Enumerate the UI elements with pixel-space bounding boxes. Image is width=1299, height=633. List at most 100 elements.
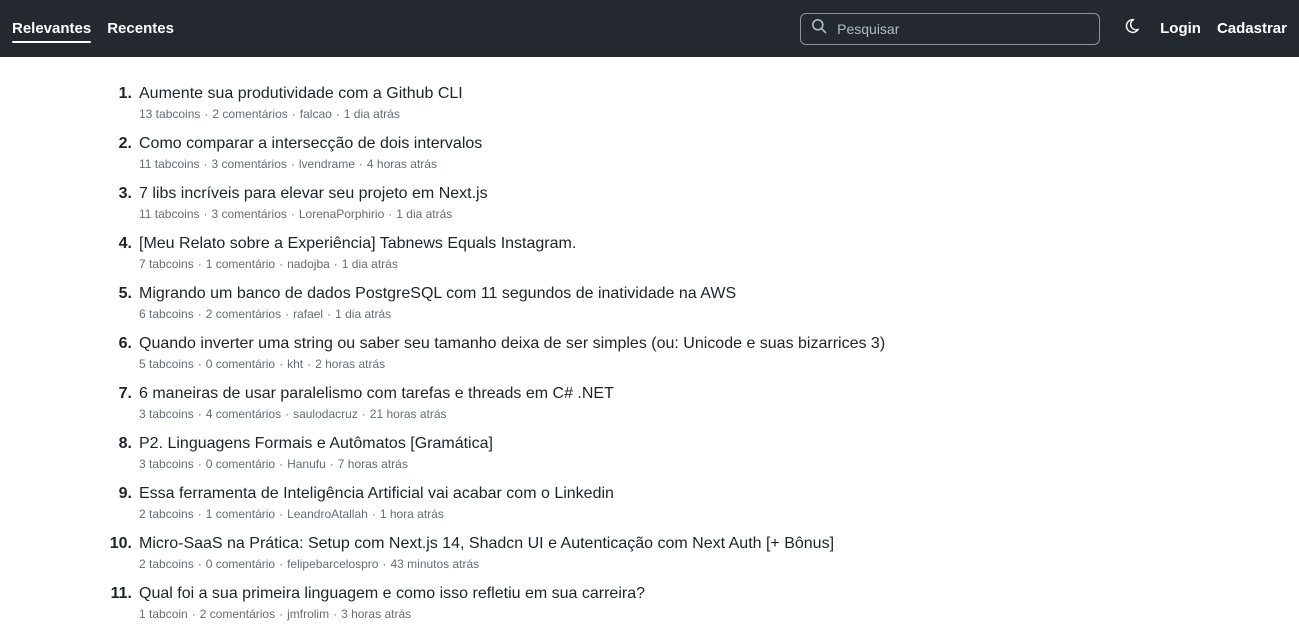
- post-comments[interactable]: 3 comentários: [212, 207, 287, 221]
- separator: ·: [285, 307, 290, 321]
- search-icon: [811, 18, 827, 39]
- post-author[interactable]: rafael: [293, 307, 323, 321]
- tab-relevantes[interactable]: Relevantes: [12, 14, 92, 43]
- post-time: 1 dia atrás: [335, 307, 392, 321]
- post-title-link[interactable]: Aumente sua produtividade com a Github C…: [139, 83, 463, 105]
- post-tabcoins: 3 tabcoins: [139, 407, 194, 421]
- separator: ·: [327, 307, 332, 321]
- post-author[interactable]: lvendrame: [299, 157, 355, 171]
- separator: ·: [279, 507, 284, 521]
- list-item: 7. 6 maneiras de usar paralelismo com ta…: [106, 383, 1006, 433]
- post-time: 3 horas atrás: [341, 607, 412, 621]
- separator: ·: [197, 357, 202, 371]
- separator: ·: [333, 257, 338, 271]
- post-body: Quando inverter uma string ou saber seu …: [139, 333, 885, 373]
- separator: ·: [291, 107, 296, 121]
- post-title-link[interactable]: Quando inverter uma string ou saber seu …: [139, 333, 885, 355]
- list-item: 1. Aumente sua produtividade com a Githu…: [106, 83, 1006, 133]
- post-number: 9.: [118, 485, 132, 502]
- separator: ·: [307, 357, 312, 371]
- post-number: 4.: [118, 235, 132, 252]
- post-meta: 2 tabcoins · 1 comentário · LeandroAtallah · 1…: [139, 506, 614, 523]
- separator: ·: [279, 257, 284, 271]
- post-number: 7.: [118, 385, 132, 402]
- post-title-link[interactable]: Migrando um banco de dados PostgreSQL co…: [139, 283, 736, 305]
- post-body: 6 maneiras de usar paralelismo com taref…: [139, 383, 614, 423]
- moon-icon: [1124, 18, 1140, 39]
- post-tabcoins: 7 tabcoins: [139, 257, 194, 271]
- post-title-link[interactable]: [Meu Relato sobre a Experiência] Tabnews…: [139, 233, 576, 255]
- post-comments[interactable]: 1 comentário: [206, 257, 275, 271]
- post-time: 1 dia atrás: [343, 107, 400, 121]
- separator: ·: [388, 207, 393, 221]
- post-author[interactable]: Hanufu: [287, 457, 326, 471]
- post-comments[interactable]: 2 comentários: [206, 307, 281, 321]
- login-link[interactable]: Login: [1160, 20, 1201, 37]
- post-tabcoins: 3 tabcoins: [139, 457, 194, 471]
- post-title-link[interactable]: Qual foi a sua primeira linguagem e como…: [139, 583, 645, 605]
- post-comments[interactable]: 2 comentários: [200, 607, 275, 621]
- post-title-link[interactable]: Como comparar a intersecção de dois inte…: [139, 133, 482, 155]
- list-item: 3. 7 libs incríveis para elevar seu proj…: [106, 183, 1006, 233]
- post-meta: 3 tabcoins · 0 comentário · Hanufu · 7 horas a…: [139, 456, 493, 473]
- separator: ·: [279, 607, 284, 621]
- separator: ·: [279, 457, 284, 471]
- post-title-link[interactable]: Essa ferramenta de Inteligência Artifici…: [139, 483, 614, 505]
- post-title-link[interactable]: 7 libs incríveis para elevar seu projeto…: [139, 183, 488, 205]
- post-body: P2. Linguagens Formais e Autômatos [Gram…: [139, 433, 493, 473]
- separator: ·: [285, 407, 290, 421]
- post-author[interactable]: felipebarcelospro: [287, 557, 378, 571]
- post-comments[interactable]: 1 comentário: [206, 507, 275, 521]
- post-comments[interactable]: 0 comentário: [206, 457, 275, 471]
- post-time: 1 dia atrás: [341, 257, 398, 271]
- post-author[interactable]: jmfrolim: [287, 607, 329, 621]
- post-number: 6.: [118, 335, 132, 352]
- separator: ·: [279, 357, 284, 371]
- post-author[interactable]: kht: [287, 357, 303, 371]
- separator: ·: [191, 607, 196, 621]
- post-tabcoins: 2 tabcoins: [139, 557, 194, 571]
- separator: ·: [361, 407, 366, 421]
- post-author[interactable]: LeandroAtallah: [287, 507, 368, 521]
- post-comments[interactable]: 2 comentários: [212, 107, 287, 121]
- post-list: 1. Aumente sua produtividade com a Githu…: [106, 83, 1006, 633]
- post-comments[interactable]: 4 comentários: [206, 407, 281, 421]
- post-time: 7 horas atrás: [337, 457, 408, 471]
- post-body: Qual foi a sua primeira linguagem e como…: [139, 583, 645, 623]
- signup-link[interactable]: Cadastrar: [1217, 20, 1287, 37]
- post-author[interactable]: saulodacruz: [293, 407, 358, 421]
- separator: ·: [197, 407, 202, 421]
- post-tabcoins: 5 tabcoins: [139, 357, 194, 371]
- post-body: [Meu Relato sobre a Experiência] Tabnews…: [139, 233, 576, 273]
- separator: ·: [335, 107, 340, 121]
- list-item: 10. Micro-SaaS na Prática: Setup com Nex…: [106, 533, 1006, 583]
- post-time: 1 dia atrás: [396, 207, 453, 221]
- post-author[interactable]: LorenaPorphirio: [299, 207, 384, 221]
- tab-recentes[interactable]: Recentes: [107, 14, 174, 43]
- post-comments[interactable]: 3 comentários: [212, 157, 287, 171]
- post-comments[interactable]: 0 comentário: [206, 357, 275, 371]
- post-author[interactable]: nadojba: [287, 257, 330, 271]
- post-body: Aumente sua produtividade com a Github C…: [139, 83, 463, 123]
- post-title-link[interactable]: P2. Linguagens Formais e Autômatos [Gram…: [139, 433, 493, 455]
- post-meta: 11 tabcoins · 3 comentários · lvendrame · 4 ho…: [139, 156, 482, 173]
- post-author[interactable]: falcao: [300, 107, 332, 121]
- post-meta: 5 tabcoins · 0 comentário · kht · 2 horas atrá…: [139, 356, 885, 373]
- theme-toggle-button[interactable]: [1122, 18, 1142, 39]
- post-time: 21 horas atrás: [369, 407, 447, 421]
- post-body: Migrando um banco de dados PostgreSQL co…: [139, 283, 736, 323]
- top-navigation-bar: Relevantes Recentes Login Cadastrar: [0, 0, 1299, 57]
- post-title-link[interactable]: 6 maneiras de usar paralelismo com taref…: [139, 383, 614, 405]
- list-item: 8. P2. Linguagens Formais e Autômatos [G…: [106, 433, 1006, 483]
- post-meta: 13 tabcoins · 2 comentários · falcao · 1 dia a…: [139, 106, 463, 123]
- separator: ·: [279, 557, 284, 571]
- list-item: 5. Migrando um banco de dados PostgreSQL…: [106, 283, 1006, 333]
- search-input[interactable]: [835, 19, 1090, 38]
- post-tabcoins: 11 tabcoins: [139, 207, 200, 221]
- post-comments[interactable]: 0 comentário: [206, 557, 275, 571]
- post-tabcoins: 1 tabcoin: [139, 607, 188, 621]
- post-number: 11.: [110, 585, 132, 602]
- post-title-link[interactable]: Micro-SaaS na Prática: Setup com Next.js…: [139, 533, 834, 555]
- separator: ·: [382, 557, 387, 571]
- search-box[interactable]: [800, 12, 1101, 45]
